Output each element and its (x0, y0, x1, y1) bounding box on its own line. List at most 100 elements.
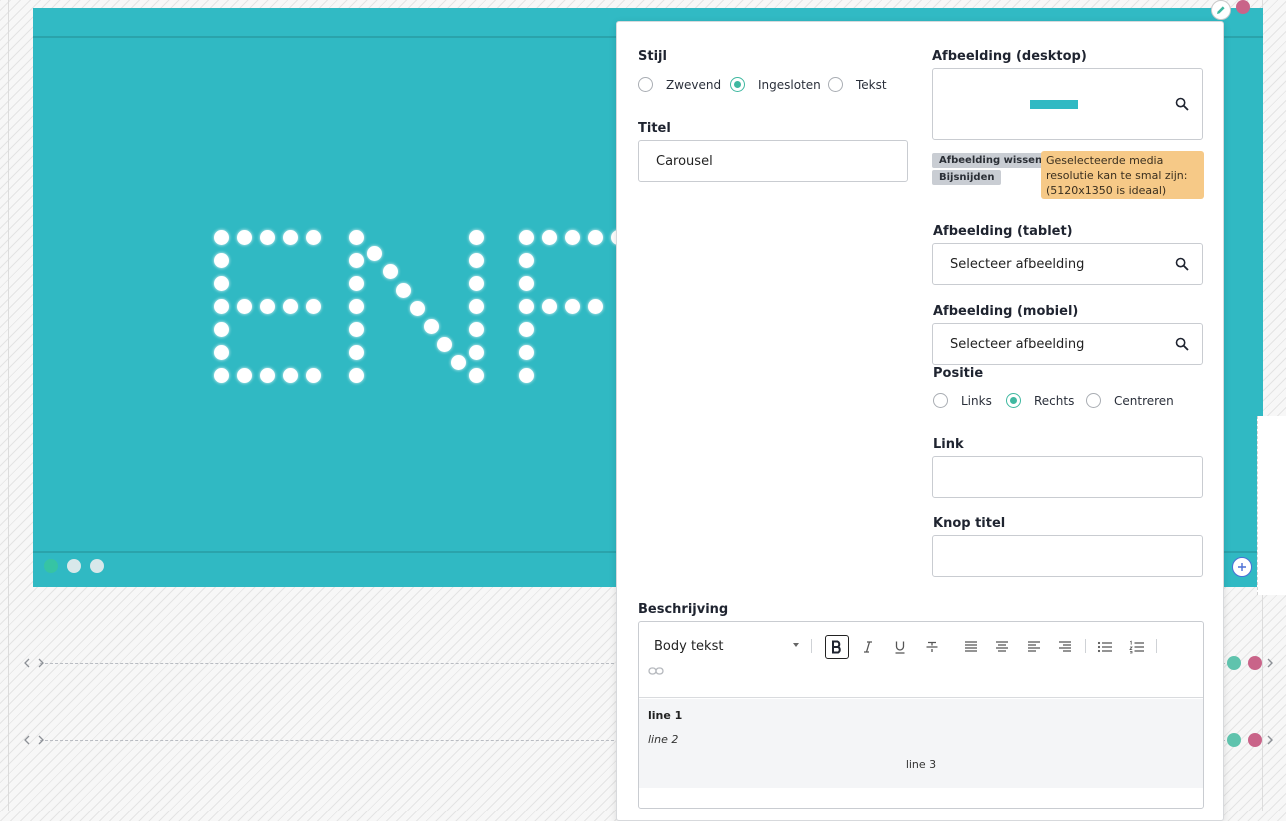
move-arrows-icon[interactable] (23, 656, 45, 670)
beschrijving-label: Beschrijving (638, 602, 729, 617)
led-dot (565, 299, 580, 314)
afbeelding-desktop-label: Afbeelding (desktop) (932, 49, 1087, 64)
led-dot (519, 345, 534, 360)
carousel-side-area (1257, 416, 1286, 595)
toolbar-separator (811, 639, 812, 653)
led-dot (214, 322, 229, 337)
afbeelding-mobiel-picker[interactable]: Selecteer afbeelding (932, 323, 1203, 365)
radio-zwevend[interactable] (638, 77, 653, 92)
afbeelding-wissen-button[interactable]: Afbeelding wissen (932, 153, 1050, 168)
led-dot (306, 368, 321, 383)
chevron-right-icon[interactable] (1265, 656, 1275, 670)
led-dot (349, 276, 364, 291)
link-input[interactable] (932, 456, 1203, 498)
stijl-option-tekst[interactable]: Tekst (828, 77, 887, 92)
positie-label: Positie (933, 366, 984, 381)
add-slide-button[interactable] (1232, 557, 1252, 577)
afbeelding-tablet-label: Afbeelding (tablet) (933, 224, 1073, 239)
align-center-button[interactable] (990, 635, 1014, 659)
led-dot (260, 230, 275, 245)
led-dot (396, 283, 411, 298)
move-arrows-icon[interactable] (23, 733, 45, 747)
led-dot (214, 299, 229, 314)
stijl-option-ingesloten[interactable]: Ingesloten (730, 77, 821, 92)
stijl-label: Stijl (638, 49, 667, 64)
edit-button[interactable] (1211, 0, 1231, 20)
editor-content[interactable]: line 1 line 2 line 3 (639, 699, 1203, 788)
led-dot (469, 276, 484, 291)
delete-dot-2[interactable] (1248, 733, 1262, 747)
bold-icon (832, 640, 841, 654)
chevron-down-icon[interactable] (793, 643, 799, 647)
led-dot (469, 322, 484, 337)
radio-links[interactable] (933, 393, 948, 408)
led-dot (437, 337, 452, 352)
bijsnijden-button[interactable]: Bijsnijden (932, 170, 1002, 185)
afbeelding-desktop-picker[interactable] (932, 68, 1203, 140)
led-dot (542, 230, 557, 245)
stijl-option-zwevend[interactable]: Zwevend (638, 77, 721, 92)
led-dot (306, 299, 321, 314)
bullet-list-button[interactable] (1093, 635, 1117, 659)
positie-option-centreren[interactable]: Centreren (1086, 393, 1174, 408)
led-dot (469, 230, 484, 245)
led-dot (260, 368, 275, 383)
radio-ingesloten[interactable] (730, 77, 745, 92)
led-dot (349, 368, 364, 383)
italic-button[interactable] (856, 635, 880, 659)
led-dot (214, 345, 229, 360)
titel-input[interactable]: Carousel (638, 140, 908, 182)
led-dot (451, 355, 466, 370)
italic-icon (864, 641, 872, 653)
align-left-button[interactable] (1022, 635, 1046, 659)
led-dot (214, 368, 229, 383)
toggle-dot-1[interactable] (1227, 656, 1241, 670)
led-dot (349, 253, 364, 268)
knop-titel-input[interactable] (932, 535, 1203, 577)
underline-button[interactable] (888, 635, 912, 659)
led-dot (349, 230, 364, 245)
led-dot (469, 345, 484, 360)
led-dot (588, 299, 603, 314)
led-dot (519, 299, 534, 314)
search-icon[interactable] (1175, 257, 1189, 271)
bold-button[interactable] (825, 635, 849, 659)
link-button[interactable] (644, 659, 668, 683)
chevron-right-icon[interactable] (1265, 733, 1275, 747)
led-dot (237, 368, 252, 383)
afbeelding-tablet-picker[interactable]: Selecteer afbeelding (932, 243, 1203, 285)
led-dot (410, 301, 425, 316)
led-dot (469, 299, 484, 314)
led-dot (237, 299, 252, 314)
align-justify-button[interactable] (959, 635, 983, 659)
afbeelding-mobiel-value: Selecteer afbeelding (950, 336, 1085, 352)
align-right-button[interactable] (1053, 635, 1077, 659)
align-right-icon (1059, 641, 1071, 652)
led-dot (588, 230, 603, 245)
radio-centreren[interactable] (1086, 393, 1101, 408)
editor-toolbar: Body tekst (639, 622, 1203, 698)
led-dot (349, 345, 364, 360)
plus-icon (1238, 563, 1246, 571)
radio-tekst[interactable] (828, 77, 843, 92)
align-justify-icon (965, 641, 977, 652)
led-dot (283, 368, 298, 383)
radio-rechts[interactable] (1006, 393, 1021, 408)
positie-option-links[interactable]: Links (933, 393, 992, 408)
toggle-dot-2[interactable] (1227, 733, 1241, 747)
afbeelding-tablet-value: Selecteer afbeelding (950, 256, 1085, 272)
delete-dot-1[interactable] (1248, 656, 1262, 670)
led-dot (424, 319, 439, 334)
numbered-list-button[interactable] (1125, 635, 1149, 659)
led-dot (469, 253, 484, 268)
search-icon[interactable] (1175, 97, 1189, 111)
carousel-indicator-2[interactable] (67, 559, 81, 573)
carousel-indicator-1[interactable] (44, 559, 58, 573)
led-dot (214, 276, 229, 291)
strikethrough-button[interactable] (920, 635, 944, 659)
format-select[interactable]: Body tekst (654, 639, 723, 654)
positie-option-rechts[interactable]: Rechts (1006, 393, 1074, 408)
delete-dot-top[interactable] (1236, 0, 1250, 14)
search-icon[interactable] (1175, 337, 1189, 351)
carousel-indicator-3[interactable] (90, 559, 104, 573)
